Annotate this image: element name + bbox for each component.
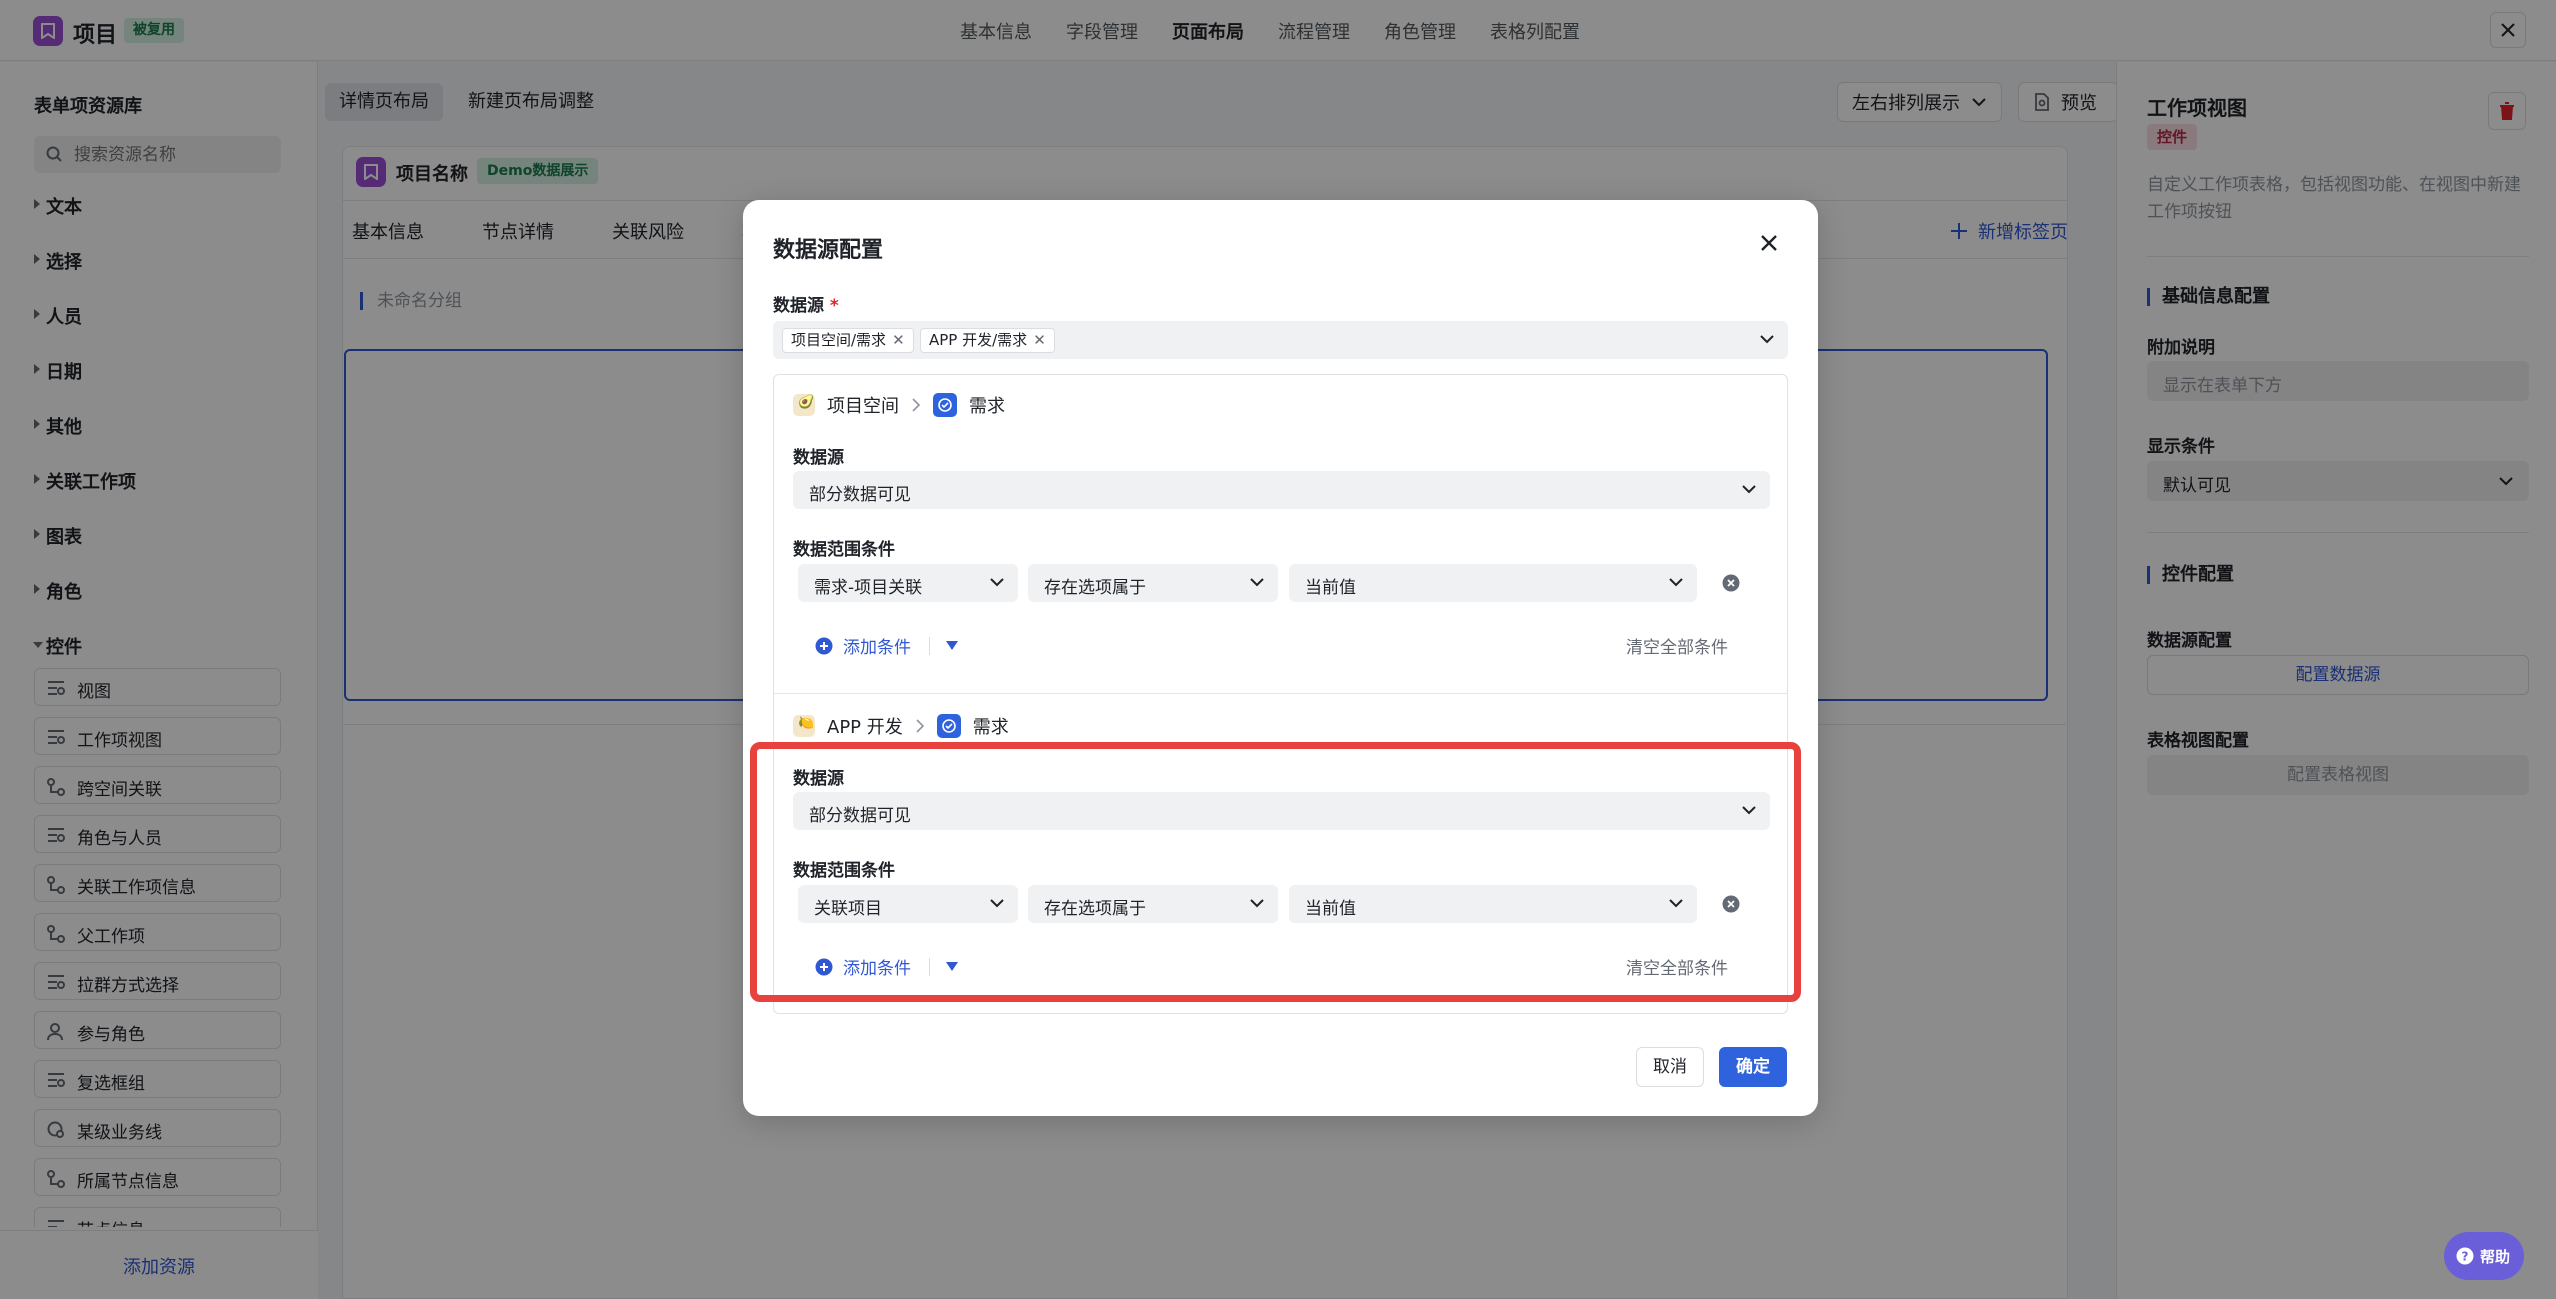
source-header-2: 🍋 APP 开发 需求	[793, 713, 1009, 739]
clear-conditions-button-1[interactable]: 清空全部条件	[1626, 633, 1728, 658]
chevron-down-icon	[990, 578, 1004, 587]
chevron-down-icon	[1250, 578, 1264, 587]
chevron-right-icon	[912, 398, 921, 412]
separator	[929, 637, 930, 655]
chip-label: 项目空间/需求	[791, 331, 887, 349]
range-condition-label: 数据范围条件	[793, 540, 895, 560]
chevron-right-icon	[916, 719, 924, 733]
source-ds-label: 数据源	[793, 448, 844, 468]
modal-title: 数据源配置	[773, 238, 884, 263]
data-source-multiselect[interactable]: 项目空间/需求 ✕ APP 开发/需求 ✕	[773, 321, 1788, 359]
chip-app-dev-demand[interactable]: APP 开发/需求 ✕	[920, 328, 1055, 353]
source-header-1: 🥑 项目空间 需求	[793, 392, 1005, 418]
cancel-button[interactable]: 取消	[1636, 1047, 1704, 1087]
source-type-name: 需求	[969, 396, 1005, 417]
source-space-name: 项目空间	[827, 396, 899, 417]
chevron-down-icon	[1742, 485, 1756, 494]
question-icon: ?	[2456, 1247, 2474, 1265]
data-source-label: 数据源 *	[773, 291, 839, 316]
add-condition-button-1[interactable]: 添加条件	[815, 633, 911, 658]
condition-field-select-1[interactable]: 需求-项目关联	[798, 564, 1018, 602]
chip-label: APP 开发/需求	[929, 331, 1028, 349]
chevron-down-icon	[1669, 578, 1683, 587]
source-ds-value: 部分数据可见	[809, 485, 911, 505]
confirm-button[interactable]: 确定	[1719, 1047, 1787, 1087]
caret-down-icon[interactable]	[946, 641, 958, 650]
chip-remove-icon[interactable]: ✕	[892, 331, 905, 349]
chevron-down-icon	[1760, 335, 1774, 344]
help-button[interactable]: ? 帮助	[2444, 1232, 2524, 1280]
modal-close-button[interactable]	[1760, 234, 1778, 257]
add-condition-label: 添加条件	[843, 638, 911, 658]
demand-type-icon	[936, 714, 961, 738]
highlight-annotation	[750, 742, 1801, 1002]
close-icon	[1761, 235, 1777, 251]
chip-remove-icon[interactable]: ✕	[1033, 331, 1046, 349]
source-type-name: 需求	[972, 717, 1009, 738]
divider	[774, 693, 1787, 694]
svg-text:?: ?	[2462, 1250, 2469, 1264]
space-avatar-icon: 🥑	[793, 394, 815, 416]
help-label: 帮助	[2480, 1248, 2511, 1266]
required-mark: *	[829, 296, 839, 316]
data-source-label-text: 数据源	[773, 296, 824, 316]
condition-field-value: 需求-项目关联	[814, 578, 923, 598]
space-avatar-icon: 🍋	[793, 715, 815, 737]
condition-value-select-1[interactable]: 当前值	[1289, 564, 1697, 602]
remove-condition-icon[interactable]	[1722, 574, 1740, 592]
condition-op-select-1[interactable]: 存在选项属于	[1028, 564, 1278, 602]
demand-type-icon	[933, 393, 957, 417]
chip-project-space-demand[interactable]: 项目空间/需求 ✕	[782, 328, 914, 353]
condition-op-value: 存在选项属于	[1044, 578, 1146, 598]
plus-circle-icon	[815, 637, 833, 654]
condition-value: 当前值	[1305, 578, 1356, 598]
source-space-name: APP 开发	[827, 717, 903, 738]
source-ds-select-1[interactable]: 部分数据可见	[793, 471, 1770, 509]
